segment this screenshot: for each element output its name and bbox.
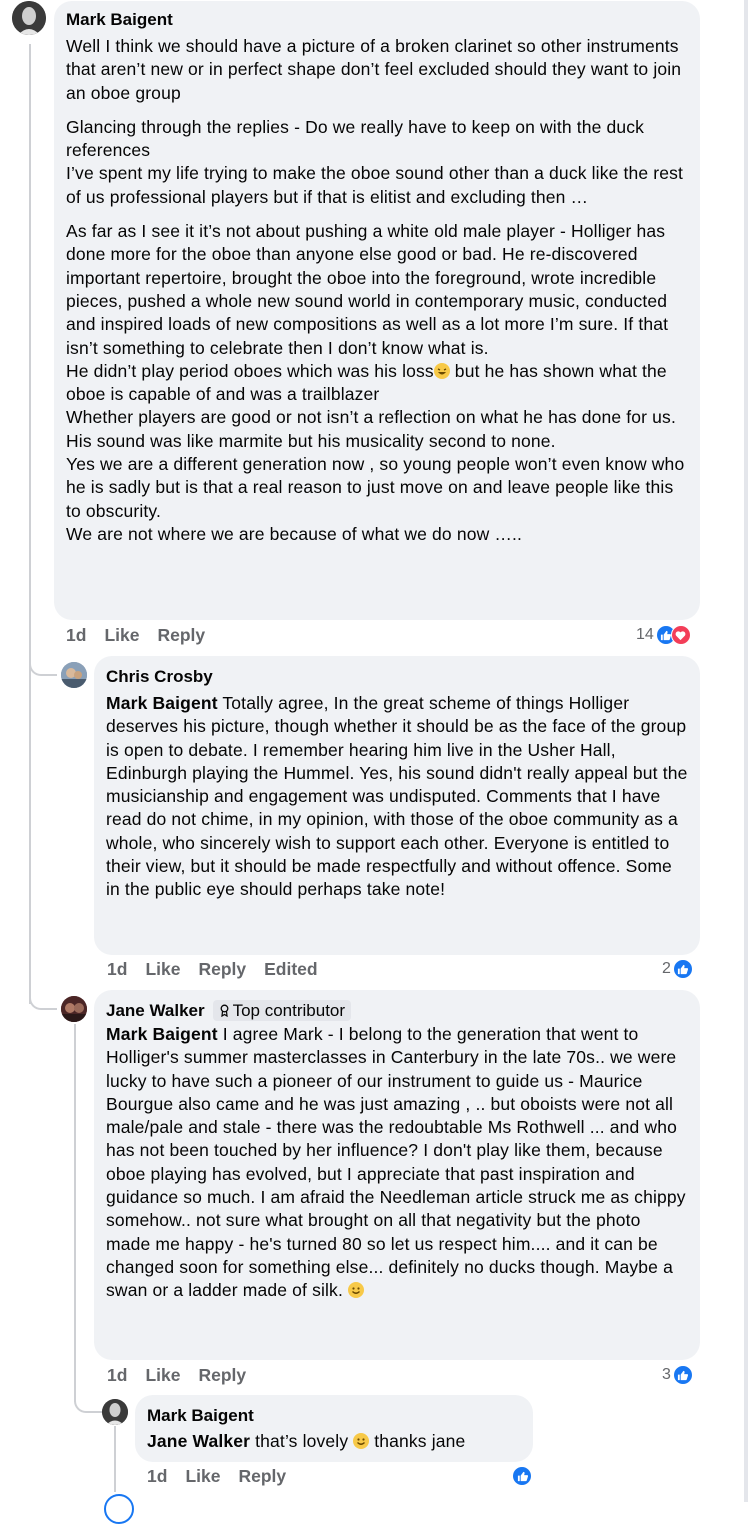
like-icon xyxy=(672,959,693,979)
comment-author[interactable]: Mark Baigent xyxy=(66,9,688,30)
smile-emoji xyxy=(348,1282,364,1299)
comment-author[interactable]: Chris Crosby xyxy=(106,666,688,687)
thread-line xyxy=(74,1024,76,1402)
thread-elbow xyxy=(29,648,57,676)
thread-elbow xyxy=(74,1385,102,1413)
like-button[interactable]: Like xyxy=(185,1466,220,1487)
avatar[interactable] xyxy=(61,996,87,1022)
comment-time[interactable]: 1d xyxy=(66,625,86,646)
reply-button[interactable]: Reply xyxy=(238,1466,286,1487)
top-contributor-badge[interactable]: Top contributor xyxy=(212,1000,352,1021)
avatar[interactable] xyxy=(102,1399,128,1425)
comment-text: Well I think we should have a picture of… xyxy=(66,36,682,103)
avatar[interactable] xyxy=(61,662,87,688)
thread-elbow xyxy=(29,982,57,1010)
comment-bubble: Mark Baigent Well I think we should have… xyxy=(54,1,700,620)
like-icon xyxy=(672,1365,693,1385)
like-button[interactable]: Like xyxy=(104,625,139,646)
comment-bubble: Jane Walker Top contributor Mark Baigent… xyxy=(94,990,700,1360)
comment-text: Jane Walker that’s lovely thanks jane xyxy=(147,1431,466,1451)
comment-text: As far as I see it it’s not about pushin… xyxy=(66,221,669,358)
comment-text: Mark Baigent Totally agree, In the great… xyxy=(106,693,688,900)
avatar[interactable] xyxy=(104,1494,134,1524)
comment-author[interactable]: Mark Baigent xyxy=(147,1405,521,1426)
reply-button[interactable]: Reply xyxy=(198,1365,246,1386)
top-contributor-icon xyxy=(220,1004,229,1017)
smile-emoji xyxy=(353,1433,370,1449)
edited-label[interactable]: Edited xyxy=(264,959,317,980)
comment-text: Mark Baigent I agree Mark - I belong to … xyxy=(106,1024,686,1301)
mention-link[interactable]: Mark Baigent xyxy=(106,1024,218,1044)
mention-link[interactable]: Mark Baigent xyxy=(106,693,218,713)
like-button[interactable]: Like xyxy=(145,1365,180,1386)
comment-author[interactable]: Jane Walker xyxy=(106,1000,205,1021)
comment-text: He didn’t play period oboes which was hi… xyxy=(66,360,685,544)
comment-time[interactable]: 1d xyxy=(147,1466,167,1487)
comment-bubble: Mark Baigent Jane Walker that’s lovely t… xyxy=(135,1395,533,1462)
reaction-count[interactable]: 14 xyxy=(636,625,691,645)
comment-actions: 1d Like Reply xyxy=(147,1466,286,1487)
reaction-count[interactable]: 2 xyxy=(662,959,693,979)
reply-button[interactable]: Reply xyxy=(198,959,246,980)
mention-link[interactable]: Jane Walker xyxy=(147,1431,250,1451)
reply-button[interactable]: Reply xyxy=(157,625,205,646)
comment-actions: 1d Like Reply xyxy=(107,1365,246,1386)
thread-line xyxy=(29,44,31,1004)
reaction-indicator[interactable] xyxy=(512,1466,532,1486)
comment-actions: 1d Like Reply Edited xyxy=(107,959,318,980)
like-button[interactable]: Like xyxy=(145,959,180,980)
comment-bubble: Chris Crosby Mark Baigent Totally agree,… xyxy=(94,656,700,955)
comment-time[interactable]: 1d xyxy=(107,1365,127,1386)
like-icon xyxy=(512,1466,532,1486)
thread-line xyxy=(114,1426,116,1492)
comment-time[interactable]: 1d xyxy=(107,959,127,980)
avatar[interactable] xyxy=(12,1,46,35)
comment-text: Glancing through the replies - Do we rea… xyxy=(66,116,684,207)
laughing-emoji xyxy=(433,362,450,379)
comment-actions: 1d Like Reply xyxy=(66,625,205,646)
scrollbar[interactable] xyxy=(744,0,748,1502)
reaction-count[interactable]: 3 xyxy=(662,1365,693,1385)
love-icon xyxy=(670,625,691,645)
